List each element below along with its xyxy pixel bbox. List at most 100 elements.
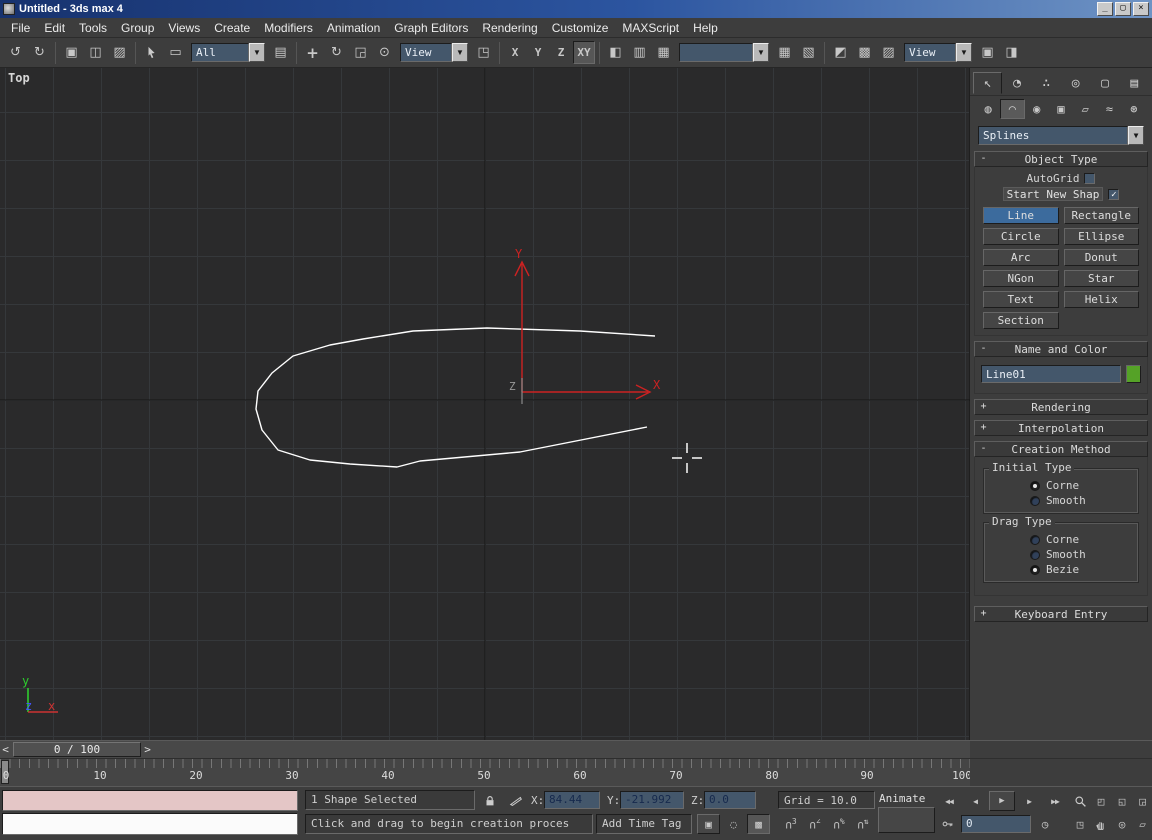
drag-type-corner-radio[interactable] xyxy=(1030,534,1040,545)
shape-button-circle[interactable]: Circle xyxy=(983,228,1059,245)
zoom-extents-button[interactable]: ◱ xyxy=(1112,791,1132,811)
track-view-button[interactable]: ▦ xyxy=(773,41,796,64)
category-systems[interactable]: ⊛ xyxy=(1122,99,1146,119)
tab-display[interactable]: ▢ xyxy=(1090,72,1119,94)
current-frame-field[interactable]: 0 xyxy=(961,815,1031,833)
chevron-down-icon[interactable]: ▼ xyxy=(1128,126,1144,145)
category-geometry[interactable]: ◍ xyxy=(976,99,1000,119)
track-bar[interactable]: 0 10 20 30 40 50 60 70 80 90 100 xyxy=(0,758,970,786)
drag-type-smooth-radio[interactable] xyxy=(1030,549,1040,560)
add-time-tag-button[interactable]: Add Time Tag xyxy=(596,814,692,834)
chevron-down-icon[interactable]: ▼ xyxy=(452,43,468,62)
selection-lock-toggle[interactable] xyxy=(480,791,500,810)
min-max-toggle-button[interactable]: ▱ xyxy=(1133,814,1152,834)
zoom-extents-all-button[interactable]: ◲ xyxy=(1133,791,1152,811)
bind-to-space-warp-button[interactable]: ▨ xyxy=(108,41,131,64)
animate-button[interactable] xyxy=(878,807,935,833)
rollout-name-and-color[interactable]: - Name and Color xyxy=(974,341,1148,357)
shape-button-ellipse[interactable]: Ellipse xyxy=(1063,228,1139,245)
object-color-swatch[interactable] xyxy=(1126,365,1141,383)
selection-filter-dropdown[interactable]: All ▼ xyxy=(191,43,265,62)
align-button[interactable]: ▥ xyxy=(628,41,651,64)
menu-animation[interactable]: Animation xyxy=(320,19,387,37)
tab-hierarchy[interactable]: ∴ xyxy=(1032,72,1061,94)
restrict-z-button[interactable]: Z xyxy=(550,41,572,64)
macro-recorder-pane[interactable] xyxy=(2,790,298,811)
degradation-override-toggle[interactable]: ▣ xyxy=(697,814,720,834)
restrict-xy-plane-button[interactable]: XY xyxy=(573,41,595,64)
set-key-button[interactable] xyxy=(937,814,959,834)
category-helpers[interactable]: ▱ xyxy=(1073,99,1097,119)
schematic-view-button[interactable]: ▧ xyxy=(797,41,820,64)
drag-type-bezier-radio[interactable] xyxy=(1030,564,1040,575)
shape-button-helix[interactable]: Helix xyxy=(1063,291,1139,308)
menu-customize[interactable]: Customize xyxy=(545,19,616,37)
shape-subcategory-dropdown[interactable]: Splines ▼ xyxy=(978,126,1144,145)
shape-button-ngon[interactable]: NGon xyxy=(983,270,1059,287)
reference-coordinate-dropdown[interactable]: View ▼ xyxy=(400,43,468,62)
category-lights[interactable]: ◉ xyxy=(1025,99,1049,119)
arc-rotate-button[interactable]: ◎ xyxy=(1112,814,1132,834)
close-button[interactable]: × xyxy=(1133,2,1149,16)
rollout-creation-method[interactable]: - Creation Method xyxy=(974,441,1148,457)
render-last-button[interactable]: ▨ xyxy=(877,41,900,64)
menu-file[interactable]: File xyxy=(4,19,37,37)
zoom-all-button[interactable]: ◰ xyxy=(1091,791,1111,811)
rollout-interpolation[interactable]: + Interpolation xyxy=(974,420,1148,436)
time-slider-left-arrow[interactable]: < xyxy=(0,742,11,757)
percent-snap-toggle[interactable]: ∩% xyxy=(828,814,850,834)
time-slider-right-arrow[interactable]: > xyxy=(142,742,153,757)
minimize-button[interactable]: _ xyxy=(1097,2,1113,16)
initial-type-corner-radio[interactable] xyxy=(1030,480,1040,491)
menu-group[interactable]: Group xyxy=(114,19,161,37)
y-coord-field[interactable]: -21.992 xyxy=(620,791,684,809)
tab-create[interactable]: ↖ xyxy=(973,72,1003,94)
select-and-scale-button[interactable]: ◲ xyxy=(349,41,372,64)
select-and-rotate-button[interactable]: ↻ xyxy=(325,41,348,64)
shape-button-rectangle[interactable]: Rectangle xyxy=(1063,207,1139,224)
go-to-start-button[interactable]: ◀◀ xyxy=(937,791,961,811)
line01-spline[interactable] xyxy=(255,327,656,468)
mirror-button[interactable]: ◧ xyxy=(604,41,627,64)
time-configuration-button[interactable]: ◷ xyxy=(1034,814,1056,834)
previous-frame-button[interactable]: ◀ xyxy=(963,791,987,811)
shape-button-donut[interactable]: Donut xyxy=(1063,249,1139,266)
select-and-manipulate-button[interactable]: ◳ xyxy=(472,41,495,64)
tab-modify[interactable]: ◔ xyxy=(1002,72,1031,94)
tab-utilities[interactable]: ▤ xyxy=(1120,72,1149,94)
chevron-down-icon[interactable]: ▼ xyxy=(956,43,972,62)
category-space-warps[interactable]: ≈ xyxy=(1097,99,1121,119)
rollout-keyboard-entry[interactable]: + Keyboard Entry xyxy=(974,606,1148,622)
go-to-end-button[interactable]: ▶▶ xyxy=(1043,791,1067,811)
maximize-button[interactable]: ▢ xyxy=(1115,2,1131,16)
named-selection-sets-dropdown[interactable]: ▼ xyxy=(679,43,769,62)
shape-button-star[interactable]: Star xyxy=(1063,270,1139,287)
menu-tools[interactable]: Tools xyxy=(72,19,114,37)
undo-button[interactable]: ↺ xyxy=(4,41,27,64)
render-scene-button[interactable]: ▩ xyxy=(853,41,876,64)
tab-motion[interactable]: ◎ xyxy=(1061,72,1090,94)
snap-cube-toggle[interactable]: ▩ xyxy=(747,814,770,834)
category-cameras[interactable]: ▣ xyxy=(1049,99,1073,119)
redo-button[interactable]: ↻ xyxy=(28,41,51,64)
menu-rendering[interactable]: Rendering xyxy=(475,19,544,37)
select-object-button[interactable] xyxy=(140,41,163,64)
menu-create[interactable]: Create xyxy=(207,19,257,37)
angle-snap-toggle[interactable]: ∩∠ xyxy=(804,814,826,834)
shape-button-line[interactable]: Line xyxy=(983,207,1059,224)
shape-button-arc[interactable]: Arc xyxy=(983,249,1059,266)
next-frame-button[interactable]: ▶ xyxy=(1017,791,1041,811)
autogrid-checkbox[interactable] xyxy=(1084,173,1096,184)
rollout-object-type[interactable]: - Object Type xyxy=(974,151,1148,167)
play-button[interactable]: ▶ xyxy=(989,791,1015,811)
use-pivot-center-button[interactable]: ⊙ xyxy=(373,41,396,64)
object-name-input[interactable]: Line01 xyxy=(981,365,1121,383)
time-slider[interactable]: < 0 / 100 > xyxy=(0,740,970,758)
quick-render-button[interactable]: ▣ xyxy=(976,41,999,64)
viewport-top[interactable]: Top X Y Z y z x xyxy=(0,68,970,740)
start-new-shape-button[interactable]: Start New Shap xyxy=(1002,187,1104,201)
region-zoom-button[interactable]: ◳ xyxy=(1070,814,1090,834)
category-shapes[interactable]: ◠ xyxy=(1000,99,1025,119)
shape-button-section[interactable]: Section xyxy=(983,312,1059,329)
shape-button-text[interactable]: Text xyxy=(983,291,1059,308)
